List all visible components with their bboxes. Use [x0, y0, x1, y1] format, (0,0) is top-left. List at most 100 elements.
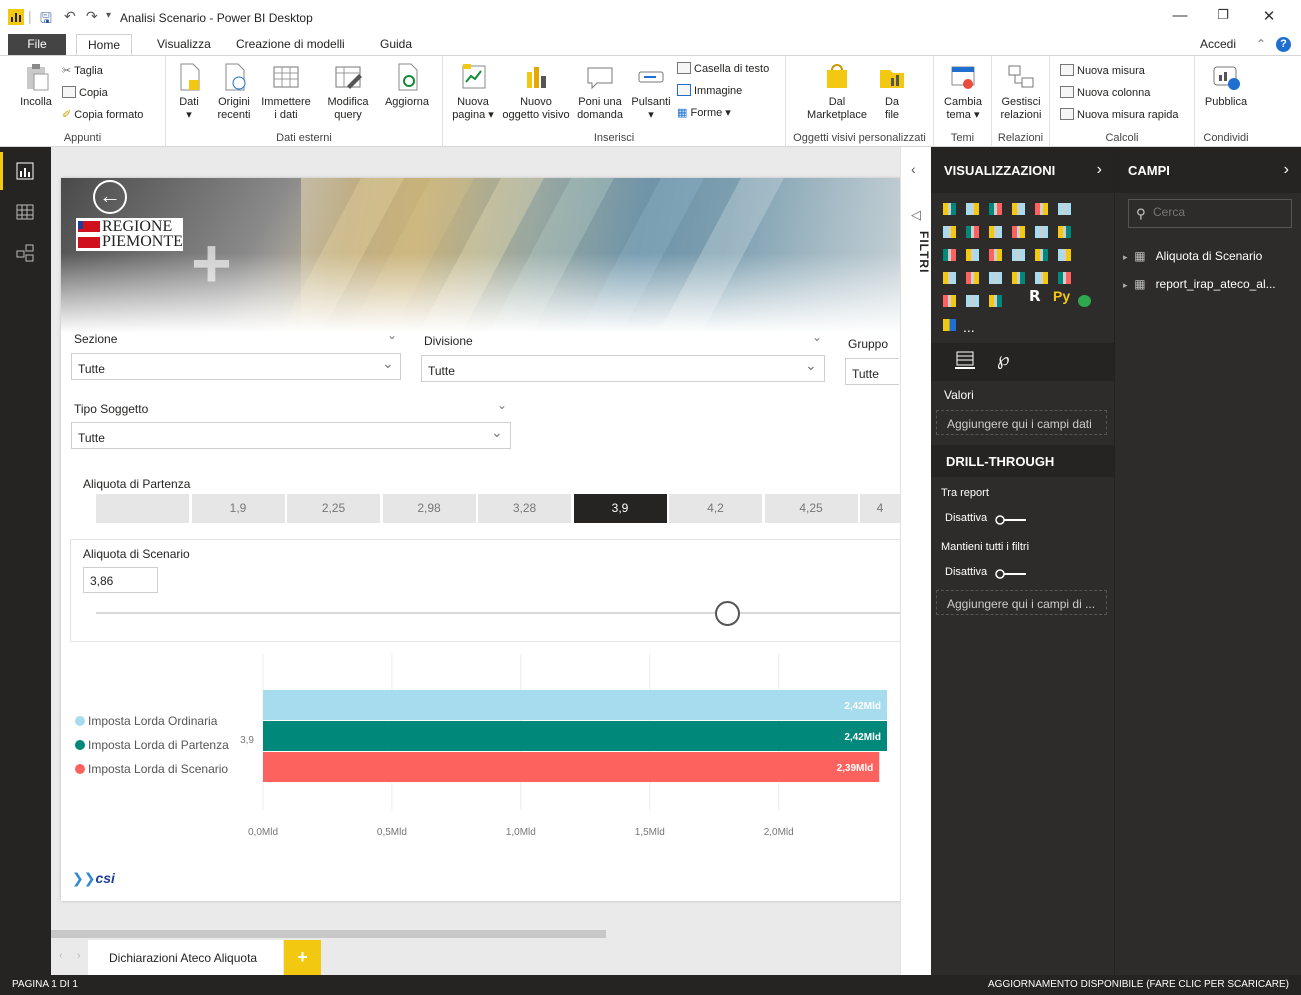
r-visual-icon[interactable]: R — [1029, 287, 1041, 305]
aliquota-chip[interactable]: 3,28 — [478, 494, 571, 523]
visual-type-icon[interactable] — [943, 295, 956, 307]
from-file-button[interactable]: Da file — [874, 62, 910, 122]
visual-type-icon[interactable] — [1058, 226, 1071, 238]
close-icon[interactable]: ✕ — [1254, 7, 1284, 25]
collapse-ribbon-icon[interactable]: ⌃ — [1256, 34, 1266, 56]
visual-type-icon[interactable] — [1058, 249, 1071, 261]
aliquota-chip[interactable] — [96, 494, 189, 523]
aliquota-scenario-input[interactable]: 3,86 — [83, 567, 158, 593]
page-tab-dichiarazioni[interactable]: Dichiarazioni Ateco Aliquota — [88, 940, 283, 975]
restore-icon[interactable]: ❐ — [1208, 7, 1238, 23]
aliquota-chip[interactable]: 4,25 — [764, 494, 858, 523]
fields-search-box[interactable]: ⚲ — [1128, 199, 1292, 228]
tab-file[interactable]: File — [8, 34, 66, 56]
visual-type-icon[interactable] — [989, 295, 1002, 307]
slider-track[interactable] — [96, 612, 900, 614]
cross-report-toggle[interactable]: Disattiva — [945, 512, 1026, 525]
visual-type-icon[interactable] — [943, 249, 956, 261]
divisione-chevron-down-icon[interactable]: ⌄ — [805, 357, 817, 374]
format-painter-button[interactable]: ✐ Copia formato — [62, 106, 143, 124]
buttons-button[interactable]: Pulsanti ▾ — [627, 62, 675, 122]
visual-type-icon[interactable] — [989, 272, 1002, 284]
tab-creazione-modelli[interactable]: Creazione di modelli — [236, 34, 345, 56]
sign-in-link[interactable]: Accedi — [1200, 34, 1236, 56]
prev-page-icon[interactable]: ‹ — [59, 950, 63, 962]
customize-toolbar-icon[interactable]: ▾ — [106, 10, 111, 21]
field-table-aliquota[interactable]: ▸ ▦ Aliquota di Scenario — [1123, 249, 1262, 263]
python-visual-icon[interactable]: Py — [1053, 288, 1070, 304]
image-button[interactable]: Immagine — [677, 82, 742, 100]
get-data-button[interactable]: Dati ▾ — [172, 62, 206, 122]
aliquota-chip[interactable]: 3,9 — [573, 494, 667, 523]
format-roller-icon[interactable]: ℘ — [997, 349, 1010, 370]
expand-chevron-left-icon[interactable]: ‹ — [911, 161, 916, 177]
divisione-collapse-icon[interactable]: ⌄ — [812, 330, 822, 344]
filters-pane-collapsed[interactable]: ‹ ◁ FILTRI — [900, 147, 931, 975]
undo-icon[interactable]: ↶ — [64, 8, 76, 25]
visual-type-icon[interactable] — [1012, 272, 1025, 284]
fields-collapse-icon[interactable]: › — [1284, 161, 1289, 179]
divisione-dropdown[interactable]: Tutte — [421, 355, 825, 382]
add-page-button[interactable]: + — [284, 940, 321, 975]
data-view-icon[interactable] — [15, 202, 35, 222]
update-available-link[interactable]: AGGIORNAMENTO DISPONIBILE (FARE CLIC PER… — [988, 975, 1289, 995]
globe-visual-icon[interactable] — [1078, 295, 1091, 307]
slider-handle[interactable] — [714, 601, 740, 626]
shapes-button[interactable]: ▦ Forme ▾ — [677, 104, 731, 122]
visualizations-collapse-icon[interactable]: › — [1097, 161, 1102, 179]
tab-guida[interactable]: Guida — [380, 34, 412, 56]
tab-home[interactable]: Home — [76, 34, 132, 57]
visual-type-icon[interactable] — [1035, 272, 1048, 284]
visual-type-icon[interactable] — [989, 226, 1002, 238]
tipo-soggetto-chevron-down-icon[interactable]: ⌄ — [491, 424, 503, 441]
aliquota-chip[interactable]: 4 — [860, 494, 900, 523]
cut-button[interactable]: ✂ Taglia — [62, 62, 103, 80]
edit-queries-button[interactable]: Modifica query — [320, 62, 376, 122]
visual-type-icon[interactable] — [966, 203, 979, 215]
visual-type-icon[interactable] — [1058, 203, 1071, 215]
visual-type-icon[interactable] — [989, 249, 1002, 261]
visual-type-icon[interactable] — [966, 272, 979, 284]
manage-relationships-button[interactable]: Gestisci relazioni — [996, 62, 1046, 122]
tab-visualizza[interactable]: Visualizza — [157, 34, 211, 56]
save-icon[interactable]: 🖫 — [40, 8, 52, 32]
new-page-button[interactable]: Nuova pagina ▾ — [447, 62, 499, 122]
new-visual-button[interactable]: Nuovo oggetto visivo — [499, 62, 573, 122]
field-table-report[interactable]: ▸ ▦ report_irap_ateco_al... — [1123, 277, 1276, 291]
switch-theme-button[interactable]: Cambia tema ▾ — [940, 62, 986, 122]
qna-button[interactable]: Poni una domanda — [575, 62, 625, 122]
visual-type-icon[interactable] — [1012, 249, 1025, 261]
drill-through-drop-well[interactable]: Aggiungere qui i campi di ... — [936, 590, 1107, 615]
back-arrow-icon[interactable]: ← — [93, 180, 127, 214]
aliquota-chip[interactable]: 4,2 — [669, 494, 762, 523]
sezione-dropdown[interactable]: Tutte — [71, 353, 401, 380]
custom-visual-icon[interactable] — [943, 319, 956, 331]
visual-type-icon[interactable] — [943, 272, 956, 284]
visual-type-icon[interactable] — [966, 226, 979, 238]
marketplace-button[interactable]: Dal Marketplace — [804, 62, 870, 122]
quick-measure-button[interactable]: Nuova misura rapida — [1060, 106, 1179, 124]
sezione-collapse-icon[interactable]: ⌄ — [387, 328, 397, 342]
visual-type-icon[interactable] — [1058, 272, 1071, 284]
paste-button[interactable]: Incolla — [14, 62, 58, 109]
keep-filters-toggle[interactable]: Disattiva — [945, 566, 1026, 579]
model-view-icon[interactable] — [15, 243, 35, 263]
visual-type-icon[interactable] — [943, 226, 956, 238]
tipo-soggetto-collapse-icon[interactable]: ⌄ — [497, 398, 507, 412]
aliquota-chip[interactable]: 2,98 — [382, 494, 476, 523]
new-measure-button[interactable]: Nuova misura — [1060, 62, 1145, 80]
visual-type-icon[interactable] — [989, 203, 1002, 215]
visual-type-icon[interactable] — [1012, 203, 1025, 215]
visual-type-icon[interactable] — [1035, 249, 1048, 261]
fields-search-input[interactable] — [1153, 205, 1283, 219]
publish-button[interactable]: Pubblica — [1199, 62, 1253, 109]
copy-button[interactable]: Copia — [62, 84, 108, 102]
new-column-button[interactable]: Nuova colonna — [1060, 84, 1150, 102]
gruppo-dropdown[interactable]: Tutte — [845, 358, 899, 385]
fields-well-icon[interactable] — [955, 351, 975, 369]
report-view-icon[interactable] — [15, 161, 35, 181]
enter-data-button[interactable]: Immettere i dati — [258, 62, 314, 122]
help-icon[interactable]: ? — [1276, 37, 1291, 52]
aliquota-chip[interactable]: 2,25 — [287, 494, 380, 523]
tipo-soggetto-dropdown[interactable]: Tutte — [71, 422, 511, 449]
